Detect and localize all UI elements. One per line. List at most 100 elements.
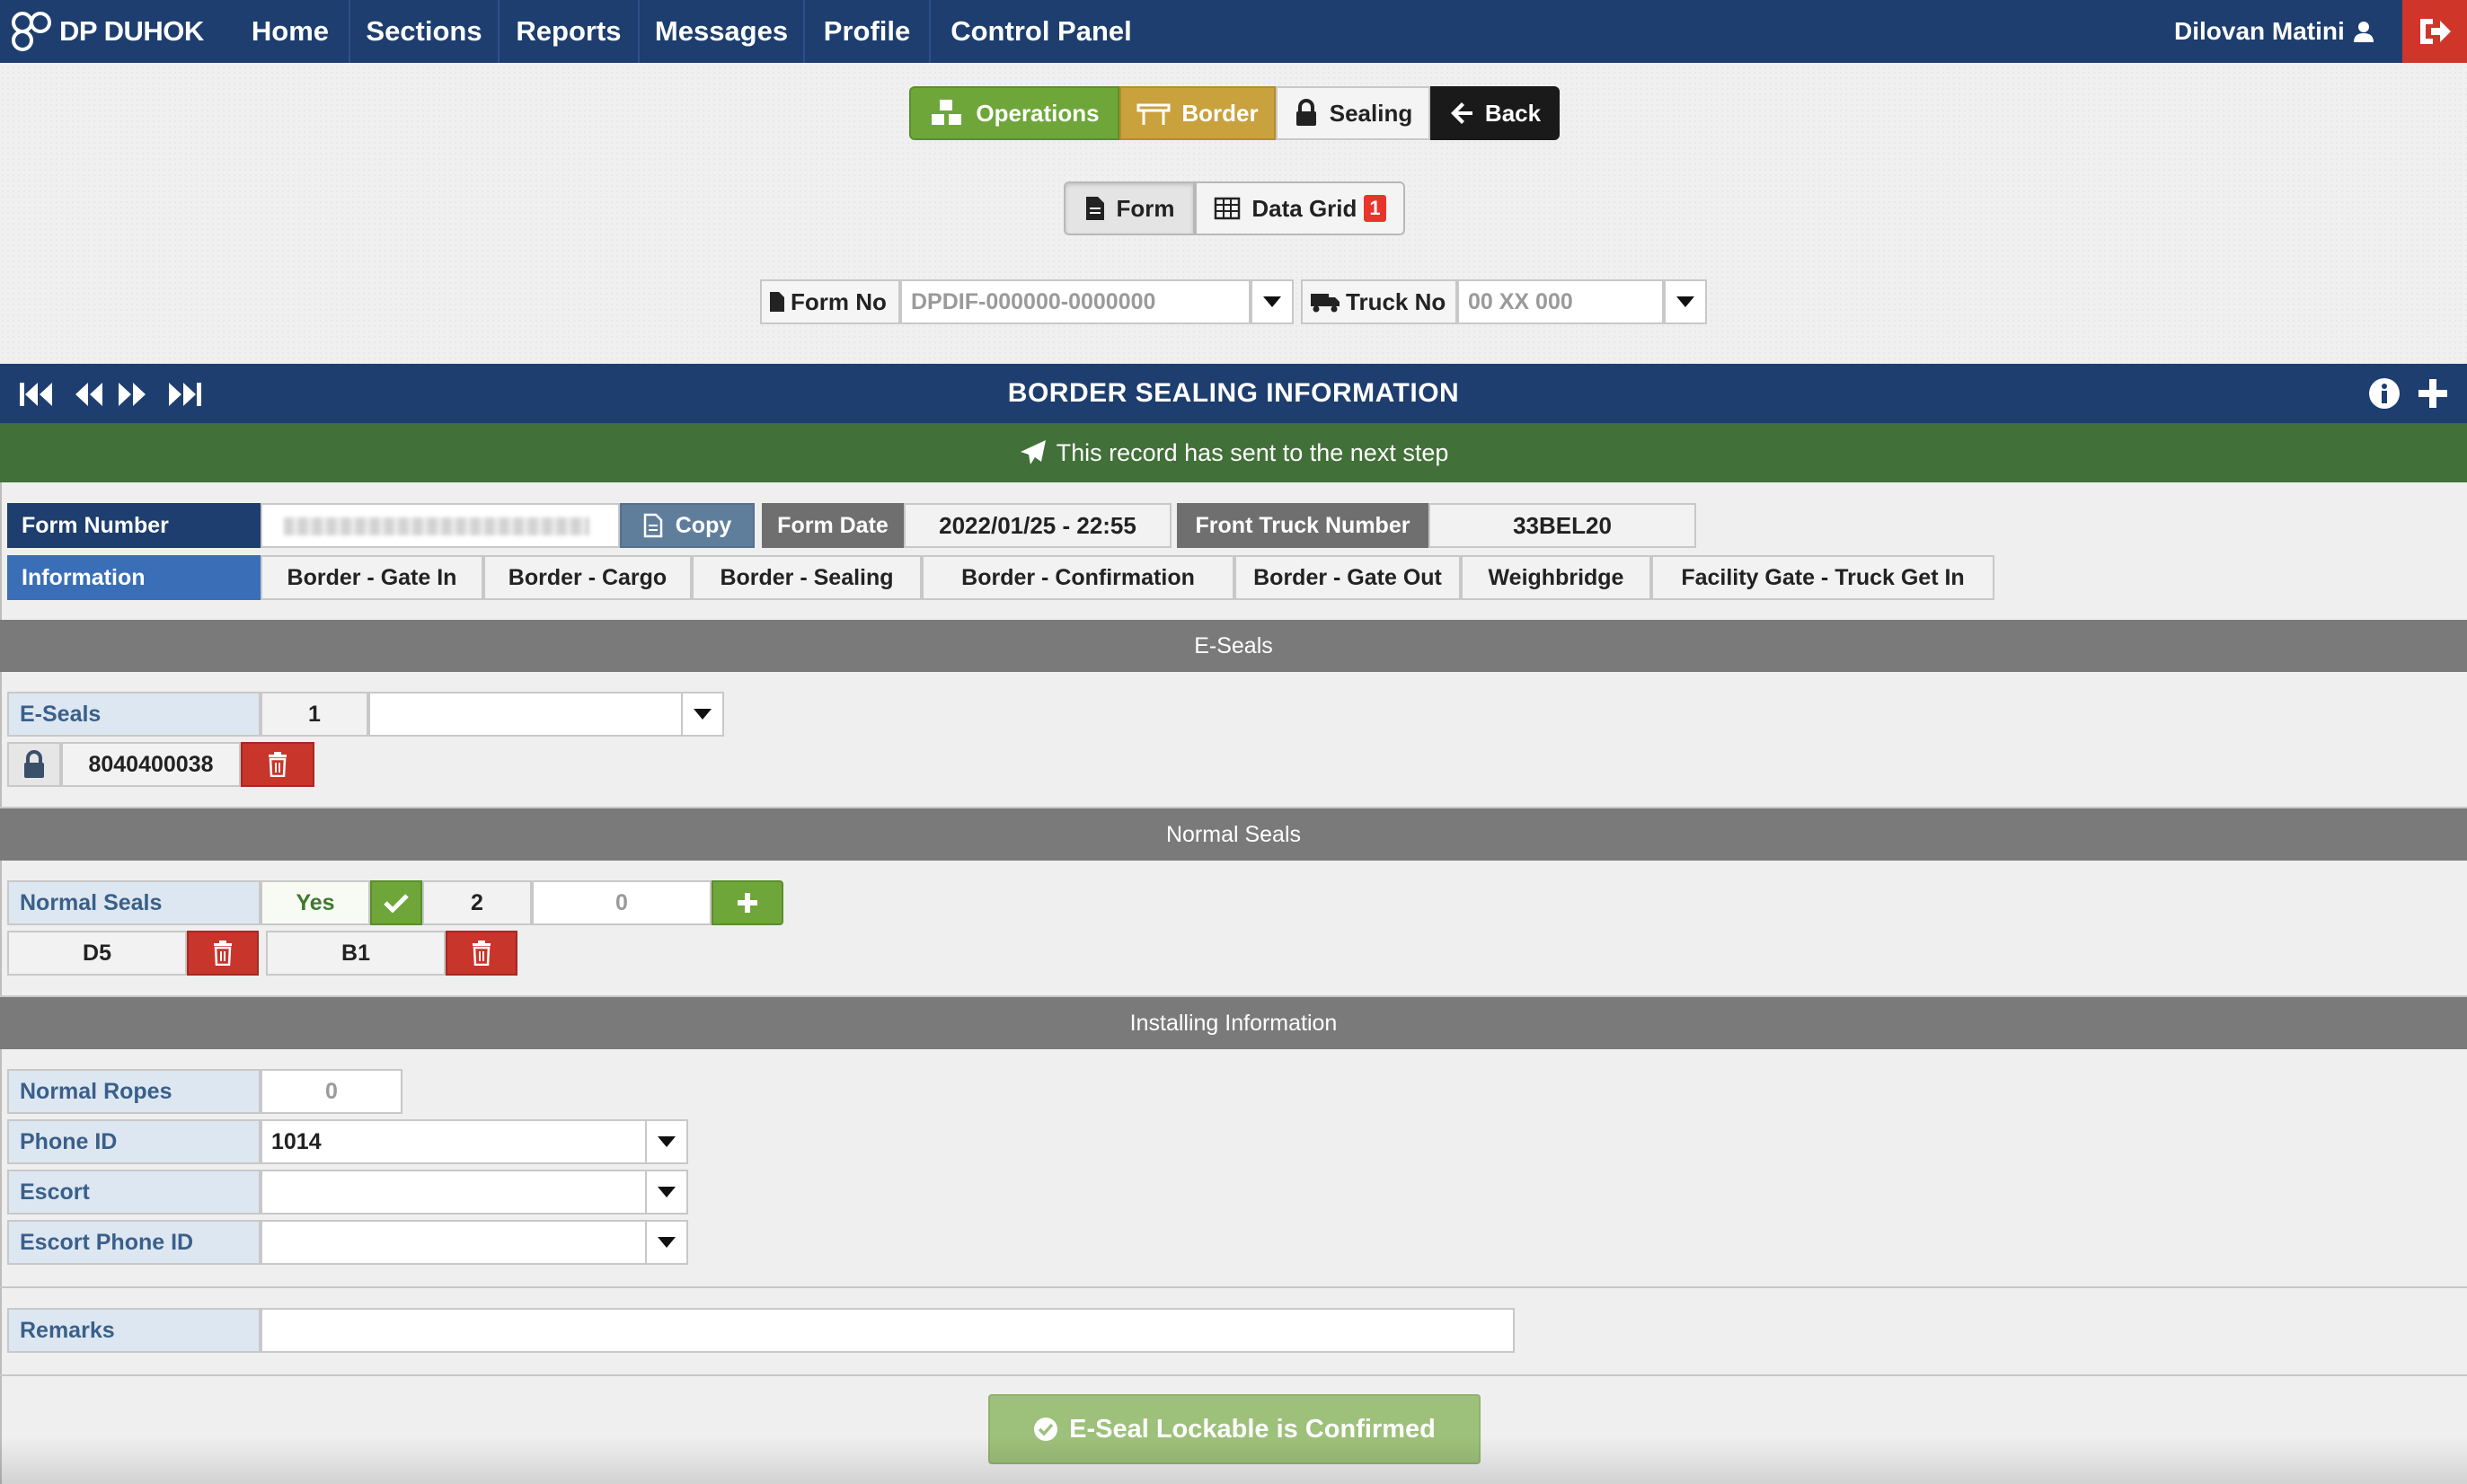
remarks-input[interactable] [261,1308,1515,1353]
cubes-icon [932,100,962,125]
back-button[interactable]: Back [1430,86,1560,140]
paper-plane-icon [1020,440,1046,464]
form-no-label: Form No [760,279,900,324]
phone-id-select[interactable]: 1014 [261,1119,647,1164]
add-normal-seal-button[interactable] [712,880,783,925]
normal-seal-item: D5 [7,931,187,976]
normal-seals-yes[interactable]: Yes [261,880,370,925]
eseals-select[interactable] [368,692,683,737]
installing-section-header: Installing Information [0,997,2467,1049]
escort-select[interactable] [261,1170,647,1215]
eseal-number: 8040400038 [61,742,241,787]
escort-label: Escort [7,1170,261,1215]
escort-dropdown[interactable] [645,1170,688,1215]
tab-information[interactable]: Information [7,555,261,600]
add-record-button[interactable] [2417,377,2449,410]
status-message: This record has sent to the next step [1056,438,1449,466]
eseal-lock-box [7,742,61,787]
info-icon [2369,378,2400,409]
normal-ropes-label: Normal Ropes [7,1069,261,1114]
form-date-label: Form Date [762,503,904,548]
trash-icon [214,941,232,966]
normal-seals-toggle[interactable] [370,880,422,925]
data-grid-button[interactable]: Data Grid 1 [1195,181,1405,235]
eseal-lockable-confirmed-button[interactable]: E-Seal Lockable is Confirmed [988,1394,1481,1464]
phone-id-label: Phone ID [7,1119,261,1164]
form-number-label: Form Number [7,503,261,548]
divider [0,1286,2467,1288]
form-no-dropdown[interactable] [1251,279,1294,324]
escort-phone-id-dropdown[interactable] [645,1220,688,1265]
truck-no-dropdown[interactable] [1664,279,1707,324]
escort-phone-id-label: Escort Phone ID [7,1220,261,1265]
logout-icon [2420,19,2451,44]
truck-icon [1311,294,1340,313]
brand-logo[interactable]: DP DUHOK [9,0,204,63]
form-view-button[interactable]: Form [1064,181,1195,235]
copy-button[interactable]: Copy [620,503,755,548]
tab-border-gate-out[interactable]: Border - Gate Out [1234,555,1461,600]
plus-icon [738,893,757,913]
check-circle-icon [1034,1418,1058,1441]
delete-eseal-button[interactable] [241,742,314,787]
data-grid-count-badge: 1 [1364,195,1386,222]
delete-normal-seal-button[interactable] [446,931,517,976]
copy-icon [643,513,662,538]
tab-border-gate-in[interactable]: Border - Gate In [261,555,483,600]
tab-weighbridge[interactable]: Weighbridge [1461,555,1651,600]
nav-profile[interactable]: Profile [805,0,931,63]
front-truck-label: Front Truck Number [1177,503,1428,548]
new-normal-seal-input[interactable]: 0 [532,880,712,925]
lock-icon [24,750,44,778]
caret-down-icon [1263,296,1281,307]
tab-border-cargo[interactable]: Border - Cargo [483,555,692,600]
document-icon [770,292,784,312]
blurred-form-number [284,517,589,535]
eseals-dropdown[interactable] [681,692,724,737]
delete-normal-seal-button[interactable] [187,931,259,976]
normal-seals-label: Normal Seals [7,880,261,925]
sealing-button[interactable]: Sealing [1276,86,1430,140]
caret-down-icon [658,1136,676,1147]
operations-button[interactable]: Operations [909,86,1119,140]
phone-id-dropdown[interactable] [645,1119,688,1164]
tab-border-sealing[interactable]: Border - Sealing [692,555,922,600]
truck-no-label: Truck No [1301,279,1457,324]
checkmark-icon [384,894,409,913]
panel-title: BORDER SEALING INFORMATION [1007,378,1460,408]
truck-no-input[interactable]: 00 XX 000 [1457,279,1664,324]
caret-down-icon [658,1187,676,1197]
brand-icon [12,12,51,51]
lock-icon [1295,99,1316,126]
nav-home[interactable]: Home [232,0,350,63]
form-no-input[interactable]: DPDIF-000000-0000000 [900,279,1251,324]
divider [0,1374,2467,1376]
barrier-icon [1136,103,1171,125]
tab-facility-gate-truck-get-in[interactable]: Facility Gate - Truck Get In [1651,555,1994,600]
plus-icon [2418,379,2447,408]
caret-down-icon [658,1237,676,1248]
trash-icon [269,752,287,777]
normal-ropes-input[interactable]: 0 [261,1069,402,1114]
front-truck-value: 33BEL20 [1428,503,1696,548]
border-button[interactable]: Border [1119,86,1276,140]
brand-name: DP DUHOK [59,15,204,47]
info-button[interactable] [2368,377,2401,410]
nav-sections[interactable]: Sections [350,0,500,63]
arrow-left-icon [1450,102,1472,124]
table-icon [1215,197,1241,220]
form-date-value: 2022/01/25 - 22:55 [904,503,1172,548]
eseals-section-header: E-Seals [0,620,2467,672]
nav-messages[interactable]: Messages [640,0,805,63]
form-number-value [261,503,620,548]
logout-button[interactable] [2402,0,2467,63]
nav-control-panel[interactable]: Control Panel [931,0,1152,63]
tab-border-confirmation[interactable]: Border - Confirmation [922,555,1234,600]
normal-seals-count: 2 [422,880,532,925]
nav-reports[interactable]: Reports [500,0,640,63]
escort-phone-id-select[interactable] [261,1220,647,1265]
user-menu[interactable]: Dilovan Matini [2174,0,2375,63]
eseals-label: E-Seals [7,692,261,737]
user-name: Dilovan Matini [2174,17,2345,45]
caret-down-icon [1676,296,1694,307]
